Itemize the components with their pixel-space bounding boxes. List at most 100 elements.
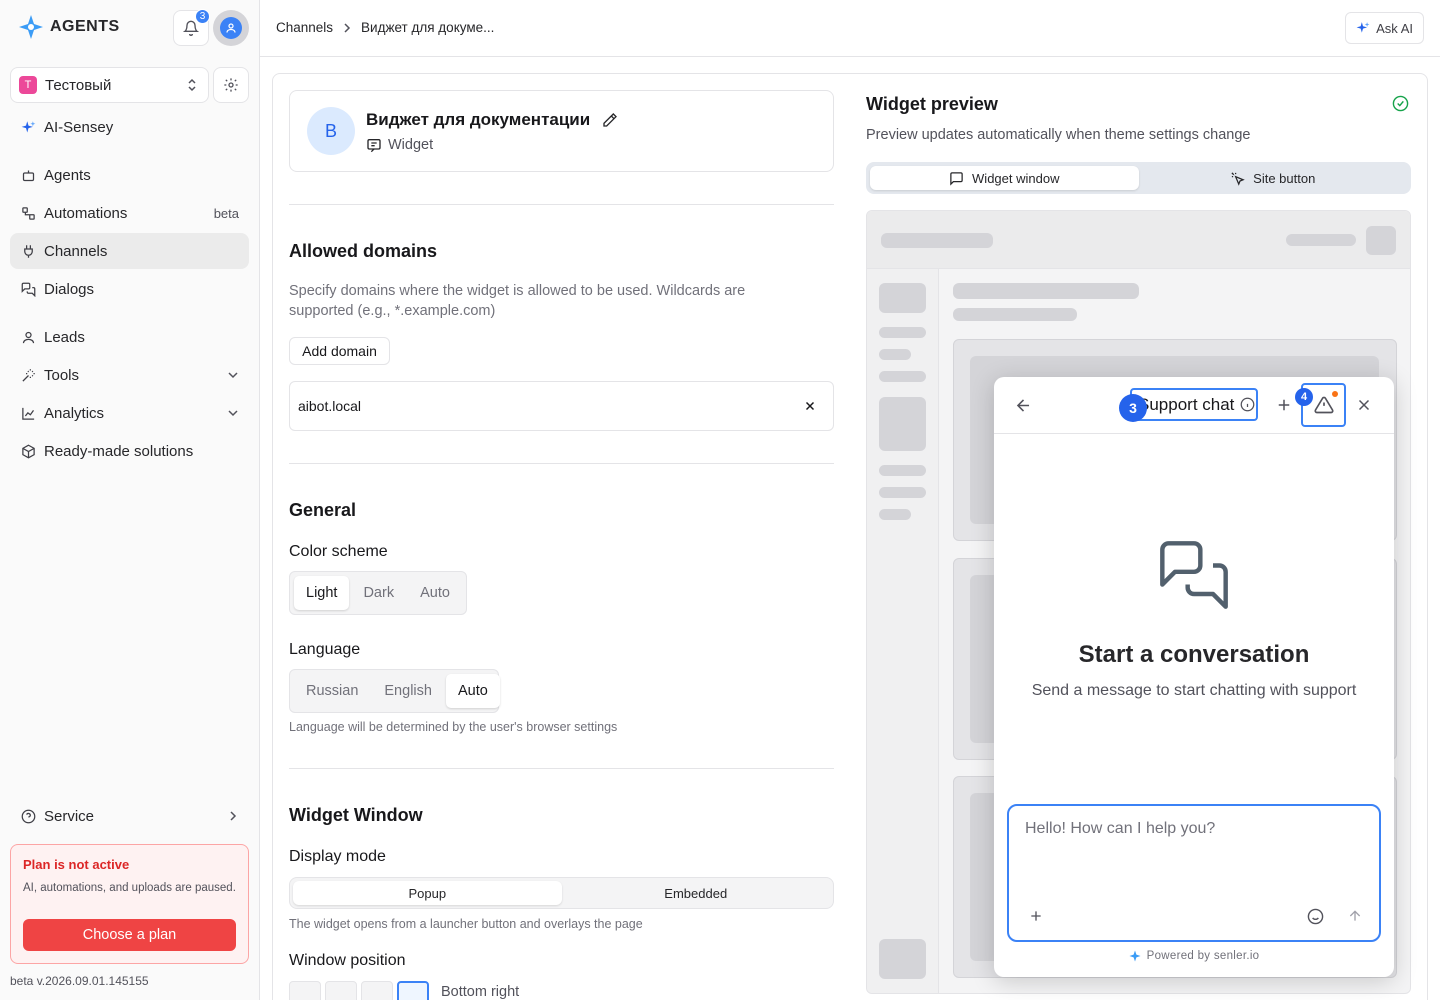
bell-icon: [183, 20, 199, 36]
close-icon[interactable]: [1355, 396, 1373, 414]
brand-logo[interactable]: AGENTS: [18, 14, 120, 40]
notification-count-badge: 3: [195, 9, 210, 24]
sidebar-item-ai-sensey[interactable]: AI-Sensey: [10, 109, 249, 145]
display-mode-hint: The widget opens from a launcher button …: [289, 917, 643, 931]
sidebar-item-agents[interactable]: Agents: [10, 157, 249, 193]
skeleton-block: [879, 327, 926, 338]
attach-plus-icon[interactable]: [1028, 908, 1044, 924]
sidebar-item-tools[interactable]: Tools: [10, 357, 249, 393]
empty-state-subtitle: Send a message to start chatting with su…: [1031, 682, 1357, 699]
chat-title[interactable]: Support chat: [1130, 388, 1258, 421]
chart-icon: [20, 405, 36, 421]
sidebar-item-dialogs[interactable]: Dialogs: [10, 271, 249, 307]
language-english[interactable]: English: [372, 674, 444, 708]
top-header: Channels Виджет для докуме... Ask AI: [260, 0, 1440, 57]
sidebar-item-label: Leads: [44, 328, 85, 346]
remove-domain-x-icon[interactable]: [803, 399, 817, 413]
user-avatar-button[interactable]: [213, 10, 249, 46]
language-russian[interactable]: Russian: [294, 674, 370, 708]
position-bottom-left-option[interactable]: [361, 981, 393, 1000]
allowed-domains-title: Allowed domains: [289, 241, 438, 261]
tab-widget-window[interactable]: Widget window: [870, 166, 1139, 190]
sidebar-item-label: Analytics: [44, 404, 105, 422]
skeleton-block: [881, 233, 993, 248]
color-scheme-dark[interactable]: Dark: [351, 576, 406, 610]
sidebar-item-ready-made-solutions[interactable]: Ready-made solutions: [10, 433, 249, 469]
add-domain-button[interactable]: Add domain: [289, 337, 390, 365]
divider: [289, 463, 834, 464]
tab-site-button[interactable]: Site button: [1139, 166, 1408, 190]
sidebar-item-analytics[interactable]: Analytics: [10, 395, 249, 431]
tab-label: Widget window: [972, 170, 1060, 186]
display-mode-segmented: Popup Embedded: [289, 877, 834, 909]
plus-icon[interactable]: [1275, 396, 1293, 414]
widget-type-row: Widget: [366, 137, 433, 153]
color-scheme-light[interactable]: Light: [294, 576, 350, 610]
color-scheme-segmented: Light Dark Auto: [289, 571, 467, 615]
workspace-settings-button[interactable]: [213, 67, 249, 103]
widget-preview-title: Widget preview: [866, 94, 998, 114]
breadcrumb-channels[interactable]: Channels: [276, 20, 333, 35]
position-top-left-option[interactable]: [289, 981, 321, 1000]
chat-header: Support chat 3 4: [994, 377, 1394, 434]
sidebar-item-label: Channels: [44, 242, 108, 260]
widget-type-label: Widget: [388, 137, 434, 153]
skeleton-block: [879, 487, 926, 498]
chevron-down-icon: [227, 407, 239, 419]
send-arrow-icon[interactable]: [1347, 908, 1363, 924]
widget-name-row: Виджет для документации: [366, 110, 618, 130]
powered-by-label: Powered by senler.io: [1146, 950, 1260, 962]
powered-by[interactable]: Powered by senler.io: [994, 950, 1394, 962]
widget-avatar: B: [307, 107, 355, 155]
position-bottom-right-option[interactable]: [397, 981, 429, 1000]
skeleton-block: [879, 371, 926, 382]
chat-bubbles-icon: [1156, 537, 1232, 613]
message-input-placeholder[interactable]: Hello! How can I help you?: [1025, 820, 1215, 838]
edit-pencil-icon[interactable]: [602, 112, 618, 128]
back-arrow-icon[interactable]: [1014, 396, 1033, 415]
sidebar-item-automations[interactable]: Automations beta: [10, 195, 249, 231]
workspace-select[interactable]: T Тестовый: [10, 67, 209, 103]
language-auto[interactable]: Auto: [445, 674, 500, 708]
workspace-name: Тестовый: [45, 76, 112, 94]
position-top-right-option[interactable]: [325, 981, 357, 1000]
color-scheme-label: Color scheme: [289, 543, 388, 560]
sparkle-icon: [1356, 21, 1370, 35]
emoji-icon[interactable]: [1307, 908, 1324, 925]
sidebar-item-service[interactable]: Service: [10, 798, 249, 834]
info-icon: [1240, 397, 1255, 412]
brand-name: AGENTS: [50, 18, 120, 35]
plan-alert-description: AI, automations, and uploads are paused.: [23, 882, 236, 894]
domain-value: aibot.local: [298, 398, 362, 414]
annotation-marker-4: 4: [1295, 388, 1313, 406]
sidebar-item-label: Ready-made solutions: [44, 442, 194, 460]
sidebar-item-channels[interactable]: Channels: [10, 233, 249, 269]
messages-icon: [20, 281, 36, 297]
bot-icon: [20, 167, 36, 183]
divider: [289, 768, 834, 769]
language-segmented: Russian English Auto: [289, 669, 500, 713]
plan-inactive-alert: Plan is not active AI, automations, and …: [10, 844, 249, 964]
message-composer[interactable]: Hello! How can I help you?: [1007, 804, 1381, 942]
skeleton-block: [953, 283, 1139, 299]
workspace-badge: T: [19, 76, 37, 94]
sparkle-icon: [20, 119, 36, 135]
ask-ai-button[interactable]: Ask AI: [1345, 12, 1424, 44]
choose-plan-button[interactable]: Choose a plan: [23, 919, 236, 951]
widget-name: Виджет для документации: [366, 110, 591, 129]
color-scheme-auto[interactable]: Auto: [408, 576, 462, 610]
skeleton-block: [953, 308, 1077, 321]
skeleton-block: [879, 349, 911, 360]
sidebar-item-label: Dialogs: [44, 280, 95, 298]
plan-alert-title: Plan is not active: [23, 857, 130, 872]
agents-logo-icon: [18, 14, 44, 40]
warning-triangle-icon: [1313, 395, 1334, 415]
sidebar-item-label: Service: [44, 807, 95, 825]
gear-icon: [223, 77, 239, 93]
display-mode-embedded[interactable]: Embedded: [562, 881, 831, 905]
display-mode-popup[interactable]: Popup: [293, 881, 562, 905]
sidebar-item-leads[interactable]: Leads: [10, 319, 249, 355]
language-label: Language: [289, 641, 361, 658]
chevron-right-icon: [341, 22, 353, 34]
wand-icon: [20, 367, 36, 383]
